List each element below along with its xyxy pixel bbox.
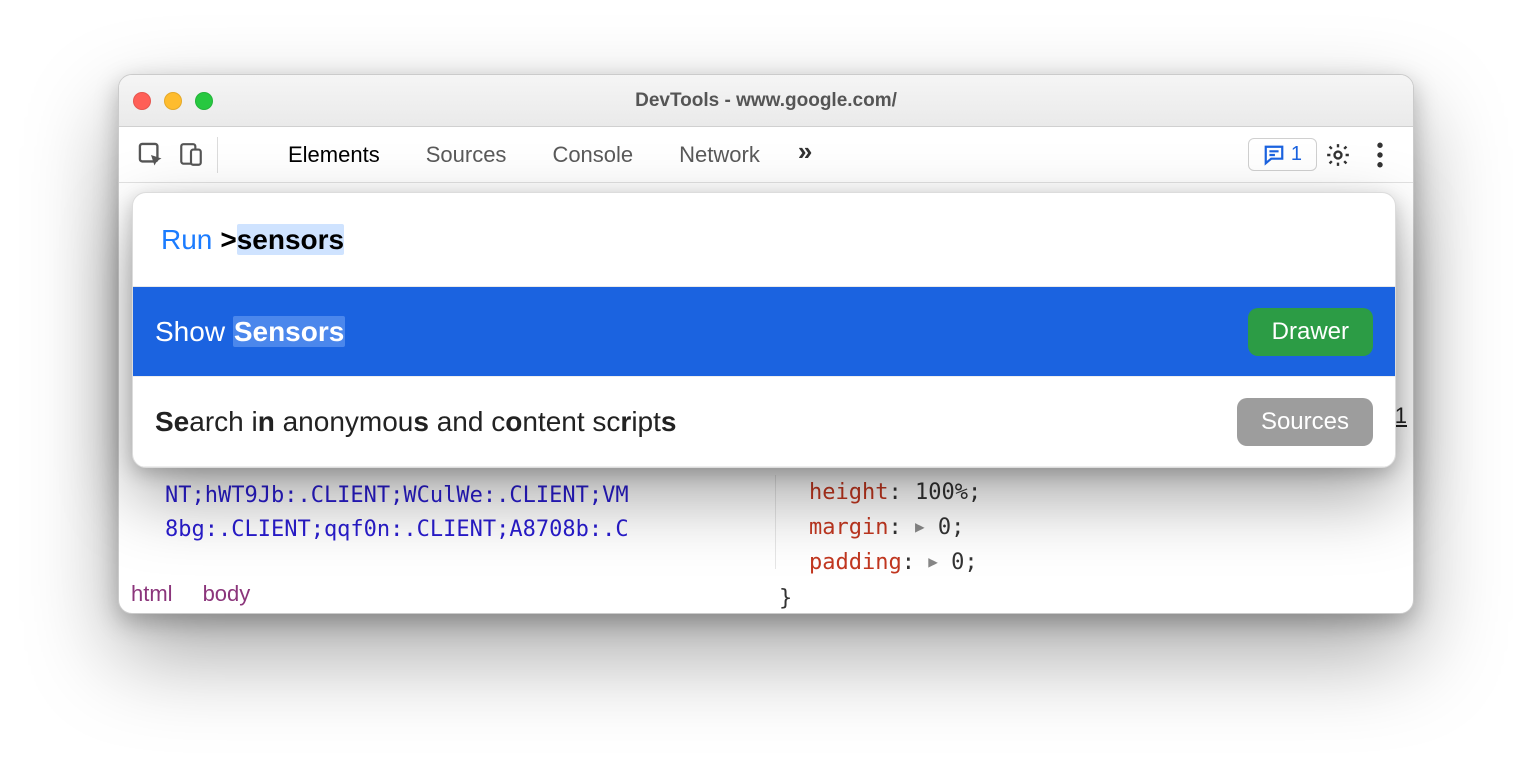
close-window-button[interactable]	[133, 92, 151, 110]
command-result-label: Show Sensors	[155, 316, 1248, 348]
css-rule-line[interactable]: margin: ▶ 0;	[809, 510, 1279, 545]
tab-elements[interactable]: Elements	[288, 142, 380, 168]
css-rule-line[interactable]: height: 100%;	[809, 475, 1279, 510]
feedback-count: 1	[1291, 143, 1302, 166]
device-toolbar-icon[interactable]	[171, 135, 211, 175]
query-text: sensors	[237, 224, 344, 255]
css-block-close: }	[779, 581, 1279, 614]
feedback-button[interactable]: 1	[1248, 138, 1317, 171]
command-result-show-sensors[interactable]: Show Sensors Drawer	[133, 287, 1395, 377]
more-tabs-icon[interactable]: »	[798, 138, 812, 164]
match-count-hint: 1	[1395, 403, 1407, 429]
run-label: Run	[161, 224, 212, 256]
code-line: 8bg:.CLIENT;qqf0n:.CLIENT;A8708b:.C	[165, 513, 765, 547]
toolbar-separator	[217, 137, 218, 173]
pane-divider[interactable]	[775, 475, 776, 569]
breadcrumb-body[interactable]: body	[203, 581, 251, 607]
command-result-search-scripts[interactable]: Search in anonymous and content scripts …	[133, 377, 1395, 467]
devtools-tabs: Elements Sources Console Network	[288, 142, 760, 168]
minimize-window-button[interactable]	[164, 92, 182, 110]
feedback-icon	[1263, 144, 1285, 166]
toolbar: Elements Sources Console Network » 1	[119, 127, 1413, 183]
css-rule-line[interactable]: padding: ▶ 0;	[809, 545, 1279, 580]
titlebar: DevTools - www.google.com/	[119, 75, 1413, 127]
command-query-row[interactable]: Run >sensors	[133, 193, 1395, 287]
result-category-badge: Sources	[1237, 398, 1373, 446]
query-prompt: >sensors	[220, 224, 344, 256]
tab-network[interactable]: Network	[679, 142, 760, 168]
html-attribute-text: NT;hWT9Jb:.CLIENT;WCulWe:.CLIENT;VM 8bg:…	[165, 479, 765, 547]
traffic-lights	[133, 92, 213, 110]
command-result-label: Search in anonymous and content scripts	[155, 406, 1237, 438]
window-title: DevTools - www.google.com/	[119, 90, 1413, 112]
breadcrumb-html[interactable]: html	[131, 581, 173, 607]
kebab-menu-icon[interactable]	[1359, 134, 1401, 176]
command-palette: Run >sensors Show Sensors Drawer Search …	[132, 192, 1396, 468]
breadcrumb: html body	[131, 581, 250, 607]
tab-console[interactable]: Console	[552, 142, 633, 168]
inspect-element-icon[interactable]	[131, 135, 171, 175]
css-styles-pane: height: 100%; margin: ▶ 0; padding: ▶ 0;…	[779, 475, 1279, 614]
zoom-window-button[interactable]	[195, 92, 213, 110]
code-line: NT;hWT9Jb:.CLIENT;WCulWe:.CLIENT;VM	[165, 479, 765, 513]
tab-sources[interactable]: Sources	[426, 142, 507, 168]
result-category-badge: Drawer	[1248, 308, 1373, 356]
settings-icon[interactable]	[1317, 134, 1359, 176]
